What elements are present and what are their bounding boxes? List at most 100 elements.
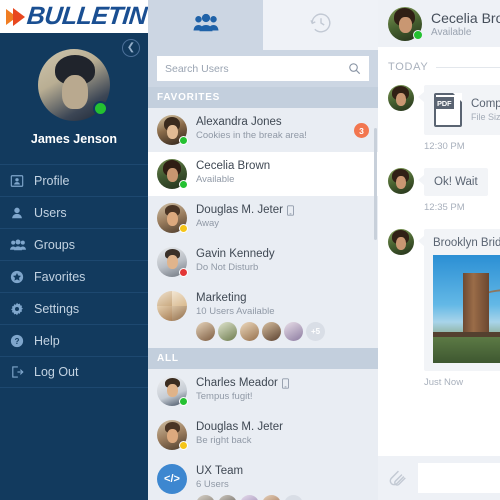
avatar [157,291,187,321]
avatar [157,115,188,145]
list-item[interactable]: Marketing 10 Users Available +5 [148,284,378,348]
sidebar-item-label: Settings [34,301,80,316]
member-overflow-badge: +5 [306,322,325,341]
contact-name: Alexandra Jones [196,116,282,128]
group-status: 10 Users Available [196,306,275,317]
chat-header: Cecelia Brown Available [378,0,500,47]
file-name: Company Handbook.pdf [471,98,500,110]
message-input[interactable] [418,463,500,493]
list-item[interactable]: Gavin Kennedy Do Not Disturb [148,240,378,284]
image-attachment[interactable] [433,255,500,363]
sidebar-item-label: Help [34,333,60,348]
contact-status: Do Not Disturb [196,262,259,273]
profile-card-icon [10,173,32,189]
message-bubble: Ok! Wait [418,168,488,196]
search-icon[interactable] [348,62,361,75]
avatar [157,420,188,450]
message-text: Ok! Wait 12:35 PM [378,152,500,213]
list-item[interactable]: Cecelia Brown Available [148,152,378,196]
sidebar-item-settings[interactable]: Settings [0,292,148,324]
contact-status: Tempus fugit! [196,391,253,402]
sidebar-item-groups[interactable]: Groups [0,228,148,260]
contact-name: Douglas M. Jeter [196,421,283,433]
message-bubble: PDF Company Handbook.pdf File Size: 2.4 … [417,85,500,135]
chevron-left-icon[interactable]: ❮ [122,39,140,57]
sidebar-item-label: Groups [34,237,75,252]
avatar [284,322,303,341]
search-bar [148,50,378,87]
contact-status: Be right back [196,435,252,446]
member-avatars: +5 [196,322,370,341]
sidebar-item-help[interactable]: ? Help [0,324,148,356]
app-window: BULLETIN ❮ James Jenson Profile Users Gr… [0,0,500,500]
list-item[interactable]: Alexandra Jones Cookies in the break are… [148,108,378,152]
contact-name: Cecelia Brown [196,160,271,172]
group-name: UX Team [196,465,244,477]
sidebar-item-profile[interactable]: Profile [0,164,148,196]
avatar [196,322,215,341]
avatar [240,495,259,500]
list-item[interactable]: </> UX Team 6 Users +2 [148,457,378,500]
member-overflow-badge: +2 [284,495,303,500]
list-scrollbar[interactable] [374,128,377,240]
avatar[interactable] [388,6,423,41]
avatar [388,168,414,194]
sidebar-item-label: Favorites [34,269,86,284]
paperclip-icon[interactable] [388,469,410,487]
avatar [196,495,215,500]
list-item[interactable]: Charles Meador Tempus fugit! [148,369,378,413]
tab-contacts[interactable] [148,0,263,50]
profile-name: James Jenson [30,132,118,146]
tab-history[interactable] [263,0,378,50]
message-bubble: Brooklyn Bridge.jpg [418,229,500,371]
brand-logo: BULLETIN [0,0,148,33]
contact-status: Away [196,218,220,229]
gear-icon [10,301,32,317]
pdf-label: PDF [434,97,455,109]
search-input[interactable] [165,62,348,75]
question-icon: ? [10,333,32,349]
group-icon [10,237,32,253]
list-item[interactable]: Douglas M. Jeter Away [148,196,378,240]
date-divider-label: TODAY [388,61,429,73]
svg-text:?: ? [15,337,20,346]
list-item[interactable]: Douglas M. Jeter Be right back [148,413,378,457]
unread-badge: 3 [354,123,369,138]
status-dot [413,29,423,40]
sidebar-item-label: Log Out [34,365,79,379]
group-avatar-collage [157,291,187,321]
avatar [157,247,188,277]
search-box[interactable] [157,56,369,81]
member-avatars: +2 [196,495,370,500]
sidebar-item-logout[interactable]: Log Out [0,356,148,388]
avatar [157,203,188,233]
avatar[interactable] [38,49,110,121]
message-timestamp: 12:30 PM [424,141,465,152]
avatar [388,229,414,255]
contacts-panel: FAVORITES Alexandra Jones Cookies in the… [148,0,378,500]
status-dot [179,397,188,406]
contact-name: Gavin Kennedy [196,248,275,260]
sidebar-item-favorites[interactable]: Favorites [0,260,148,292]
contact-status: Cookies in the break area! [196,130,307,141]
group-name: Marketing [196,292,247,304]
star-icon [10,269,32,285]
mobile-icon [281,377,289,389]
divider-line [436,66,500,68]
sidebar-item-users[interactable]: Users [0,196,148,228]
logout-icon [10,364,32,380]
avatar: </> [157,464,187,494]
favorites-list: Alexandra Jones Cookies in the break are… [148,108,378,348]
pdf-file-icon: PDF [434,93,462,127]
code-glyph: </> [164,473,180,485]
contact-name: Douglas M. Jeter [196,204,283,216]
sidebar-item-label: Users [34,205,67,220]
avatar [218,322,237,341]
message-file: PDF Company Handbook.pdf File Size: 2.4 … [378,79,500,152]
message-composer [378,456,500,500]
image-title: Brooklyn Bridge.jpg [433,237,500,249]
user-icon [10,205,32,221]
status-dot [93,101,108,116]
panel-tabs [148,0,378,50]
contact-status: Available [196,174,235,185]
